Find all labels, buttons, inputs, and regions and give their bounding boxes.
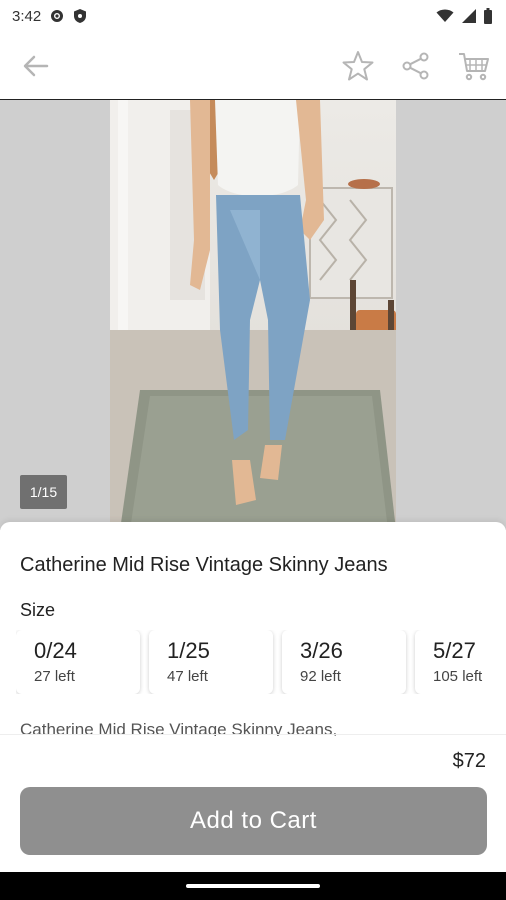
signal-icon: [462, 9, 476, 23]
size-options[interactable]: 0/24 27 left 1/25 47 left 3/26 92 left 5…: [16, 630, 506, 694]
shield-icon: [73, 8, 87, 24]
home-indicator[interactable]: [186, 884, 320, 888]
back-arrow-icon[interactable]: [18, 48, 54, 84]
star-icon[interactable]: [340, 48, 376, 84]
product-image-gallery[interactable]: 1/15: [0, 100, 506, 530]
stock-left: 105 left: [433, 668, 483, 685]
system-nav-bar: [0, 872, 506, 900]
status-time: 3:42: [12, 7, 42, 25]
product-photo-illustration: [110, 100, 396, 530]
size-label: Size: [20, 600, 56, 620]
size-value: 3/26: [300, 638, 343, 663]
size-option[interactable]: 1/25 47 left: [149, 630, 273, 694]
stock-left: 27 left: [34, 668, 75, 685]
size-value: 1/25: [167, 638, 210, 663]
status-right: [436, 8, 492, 24]
status-left: 3:42: [12, 8, 87, 25]
stock-left: 92 left: [300, 668, 341, 685]
share-icon[interactable]: [398, 48, 434, 84]
cart-icon[interactable]: [456, 48, 492, 84]
image-counter-badge: 1/15: [20, 475, 67, 509]
wifi-icon: [436, 9, 454, 23]
divider: [0, 734, 506, 735]
stock-left: 47 left: [167, 668, 208, 685]
product-price: $72: [452, 750, 486, 772]
add-to-cart-button[interactable]: Add to Cart: [20, 787, 487, 855]
settings-icon: [49, 8, 65, 24]
app-bar: [0, 32, 506, 100]
battery-icon: [484, 8, 492, 24]
size-option[interactable]: 5/27 105 left: [415, 630, 506, 694]
size-option[interactable]: 0/24 27 left: [16, 630, 140, 694]
product-photo: [110, 100, 396, 530]
size-option[interactable]: 3/26 92 left: [282, 630, 406, 694]
status-bar: 3:42: [0, 0, 506, 32]
size-value: 0/24: [34, 638, 77, 663]
app-bar-actions: [340, 48, 492, 84]
product-details-sheet: Catherine Mid Rise Vintage Skinny Jeans …: [0, 522, 506, 872]
product-title: Catherine Mid Rise Vintage Skinny Jeans: [20, 554, 388, 576]
size-value: 5/27: [433, 638, 476, 663]
